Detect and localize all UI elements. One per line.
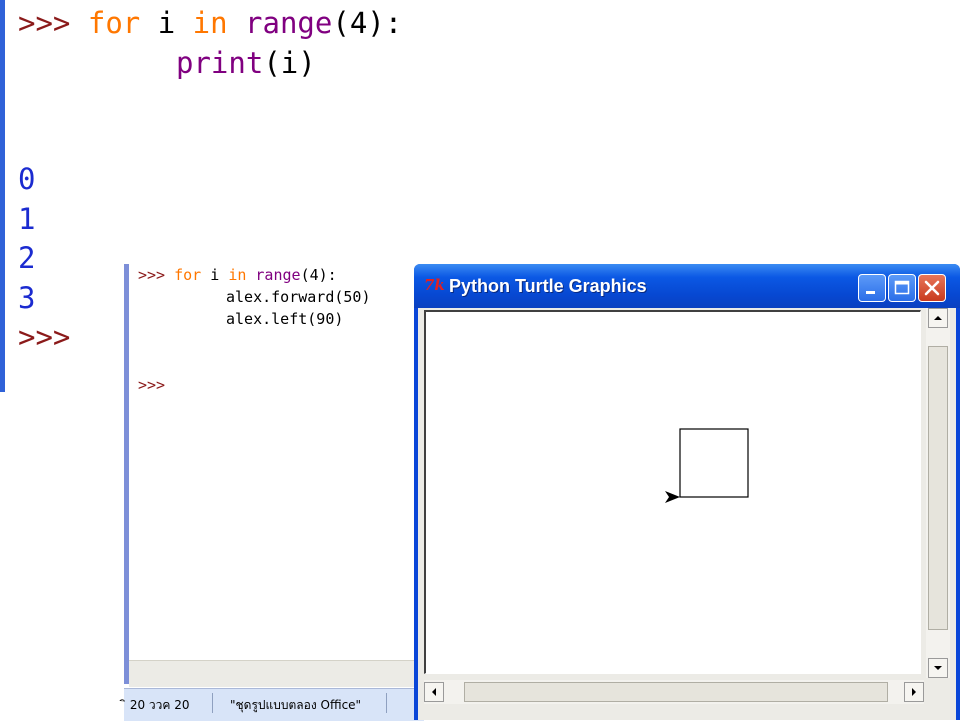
output-line: 3: [18, 281, 36, 315]
arrow-up-icon: [934, 316, 942, 320]
status-bar: [129, 660, 429, 687]
drawn-square: [679, 428, 749, 498]
output-line: 1: [18, 202, 36, 236]
builtin-range: range: [255, 266, 301, 284]
keyword-in: in: [192, 6, 228, 40]
shell-prompt-final[interactable]: >>>: [18, 320, 70, 354]
shell-prompt: >>>: [138, 266, 166, 284]
minimize-button[interactable]: [858, 274, 886, 302]
builtin-range: range: [245, 6, 333, 40]
keyword-for: for: [87, 6, 141, 40]
vertical-scrollbar[interactable]: [926, 308, 950, 678]
maximize-button[interactable]: [888, 274, 916, 302]
code-line-3: alex.left(90): [226, 310, 344, 328]
maximize-icon: [894, 280, 910, 295]
taskbar-item[interactable]: ิ 20 ววค 20: [126, 696, 190, 715]
taskbar-item[interactable]: "ชุดรูปแบบตลอง Office": [230, 696, 361, 715]
close-icon: [924, 280, 940, 296]
close-button[interactable]: [918, 274, 946, 302]
horizontal-scroll-thumb[interactable]: [464, 682, 888, 702]
scroll-down-button[interactable]: [928, 658, 948, 678]
keyword-for: for: [174, 266, 202, 284]
shell-prompt-active[interactable]: >>>: [138, 376, 165, 394]
turtle-cursor-icon: [665, 491, 680, 503]
print-args: (i): [263, 46, 316, 80]
turtle-canvas[interactable]: [424, 310, 921, 674]
turtle-graphics-window[interactable]: 7k Python Turtle Graphics: [414, 264, 960, 720]
output-line: 2: [18, 241, 36, 275]
shell-prompt: >>>: [18, 6, 71, 40]
code-line-1: >>> for i in range(4):: [138, 266, 337, 284]
vertical-scroll-thumb[interactable]: [928, 346, 948, 630]
minimize-icon: [866, 291, 875, 294]
taskbar-separator: [212, 693, 213, 713]
title-bar[interactable]: 7k Python Turtle Graphics: [414, 264, 960, 308]
taskbar-separator: [386, 693, 387, 713]
loop-variable: i: [210, 266, 220, 284]
turtle-drawing: [665, 428, 749, 503]
range-args: (4):: [300, 266, 337, 284]
scroll-up-button[interactable]: [928, 308, 948, 328]
builtin-print: print: [176, 46, 264, 80]
loop-variable: i: [157, 6, 176, 40]
tk-feather-icon: 7k: [424, 276, 445, 294]
range-args: (4):: [332, 6, 403, 40]
scroll-left-button[interactable]: [424, 682, 444, 702]
window-left-border: [0, 0, 5, 392]
taskbar: ิ 20 ววค 20 "ชุดรูปแบบตลอง Office": [124, 688, 424, 721]
code-line-2: alex.forward(50): [226, 288, 371, 306]
window-title: Python Turtle Graphics: [449, 276, 647, 296]
code-line-2: print(i): [176, 46, 316, 80]
arrow-left-icon: [432, 688, 436, 696]
horizontal-scrollbar[interactable]: [424, 680, 924, 704]
scroll-right-button[interactable]: [904, 682, 924, 702]
window-left-border: [124, 264, 129, 684]
arrow-right-icon: [912, 688, 916, 696]
arrow-down-icon: [934, 666, 942, 670]
code-line-1: >>> for i in range(4):: [18, 6, 402, 40]
window-client-area: [418, 308, 956, 720]
output-line: 0: [18, 162, 36, 196]
idle-shell-window[interactable]: >>> for i in range(4): alex.forward(50) …: [124, 264, 429, 720]
keyword-in: in: [228, 266, 247, 284]
